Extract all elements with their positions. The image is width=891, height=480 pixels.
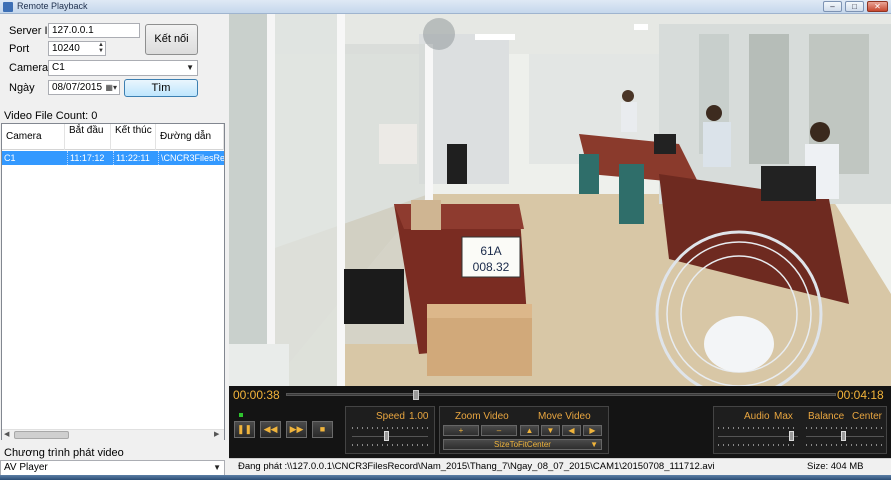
search-button[interactable]: Tìm <box>124 79 198 97</box>
move-right-button[interactable]: ▶ <box>583 425 602 436</box>
minimize-button[interactable]: – <box>823 1 842 12</box>
column-header-start[interactable]: Bắt đầu <box>65 124 111 150</box>
left-panel: Server IP 127.0.0.1 Port 10240 ▲ ▼ Kết nố… <box>0 14 229 476</box>
seek-bar[interactable] <box>286 390 836 400</box>
date-picker[interactable]: 08/07/2015 ▦▾ <box>48 80 120 95</box>
zoom-video-label: Zoom Video <box>455 411 509 422</box>
audio-ticks <box>718 427 798 429</box>
video-frame[interactable]: 61A 008.32 <box>229 14 891 388</box>
speed-panel: Speed 1.00 <box>345 406 435 454</box>
app-icon <box>3 2 13 12</box>
maximize-button[interactable]: □ <box>845 1 864 12</box>
file-size: Size: 404 MB <box>807 461 864 472</box>
scrollbar-thumb[interactable] <box>14 431 69 439</box>
zoom-in-button[interactable]: + <box>443 425 479 436</box>
calendar-icon[interactable]: ▦▾ <box>105 81 117 94</box>
speed-ticks-bottom <box>352 444 428 446</box>
stop-button[interactable]: ■ <box>312 421 333 438</box>
status-led-icon <box>239 413 243 417</box>
move-down-button[interactable]: ▼ <box>541 425 560 436</box>
taskbar <box>0 475 891 480</box>
port-value: 10240 <box>52 43 80 54</box>
seek-thumb[interactable] <box>413 390 419 400</box>
plate-line-1: 61A <box>480 244 501 258</box>
current-time: 00:00:38 <box>233 388 280 402</box>
player-program-select[interactable]: AV Player ▼ <box>0 460 225 476</box>
player-program-value: AV Player <box>4 462 48 473</box>
balance-slider-thumb[interactable] <box>841 431 846 441</box>
window-title: Remote Playback <box>17 1 88 11</box>
date-label: Ngày <box>9 82 35 94</box>
column-header-end[interactable]: Kết thúc <box>111 124 156 150</box>
zoom-move-panel: Zoom Video Move Video + – ▲ ▼ ◀ ▶ SizeTo… <box>439 406 609 454</box>
audio-slider[interactable] <box>718 436 798 437</box>
chevron-down-icon: ▼ <box>213 463 221 472</box>
scroll-right-icon[interactable]: ▶ <box>214 430 219 438</box>
audio-ticks-bottom <box>718 444 798 446</box>
server-ip-input[interactable]: 127.0.0.1 <box>48 23 140 38</box>
player-controls: 00:00:38 00:04:18 ❚❚ ◀◀ ▶▶ ■ Speed 1.00 … <box>229 386 891 458</box>
status-bar: Đang phát :\\127.0.0.1\CNCR3FilesRecord\… <box>229 458 891 475</box>
scroll-left-icon[interactable]: ◀ <box>4 430 9 438</box>
move-video-label: Move Video <box>538 411 591 422</box>
stepper-arrows-icon[interactable]: ▲ ▼ <box>98 42 104 54</box>
previous-button[interactable]: ◀◀ <box>260 421 281 438</box>
video-file-count: Video File Count: 0 <box>4 110 98 122</box>
table-header: Camera Bắt đầu Kết thúc Đường dẫn <box>2 124 224 150</box>
playing-path: Đang phát :\\127.0.0.1\CNCR3FilesRecord\… <box>238 461 715 472</box>
speed-slider-thumb[interactable] <box>384 431 389 441</box>
audio-label: Audio <box>744 411 770 422</box>
next-button[interactable]: ▶▶ <box>286 421 307 438</box>
chevron-down-icon: ▼ <box>186 63 194 72</box>
speed-value: 1.00 <box>409 411 429 422</box>
port-stepper[interactable]: 10240 ▲ ▼ <box>48 41 106 56</box>
port-label: Port <box>9 43 30 55</box>
size-to-fit-select[interactable]: SizeToFitCenter ▼ <box>443 439 602 450</box>
horizontal-scrollbar[interactable]: ◀ ▶ <box>2 429 224 440</box>
plate-line-2: 008.32 <box>473 260 510 274</box>
cell-camera: C1 <box>2 151 68 165</box>
player-program-label: Chương trình phát video <box>4 447 124 459</box>
speed-ticks <box>352 427 428 429</box>
chevron-down-icon: ▼ <box>590 440 598 449</box>
camera-select[interactable]: C1 ▼ <box>48 60 198 76</box>
balance-center-label: Center <box>852 411 883 422</box>
cell-start: 11:17:12 <box>68 151 114 165</box>
pause-button[interactable]: ❚❚ <box>234 421 255 438</box>
video-file-table[interactable]: Camera Bắt đầu Kết thúc Đường dẫn C1 11:… <box>1 123 225 440</box>
audio-slider-thumb[interactable] <box>789 431 794 441</box>
move-up-button[interactable]: ▲ <box>520 425 539 436</box>
balance-ticks-bottom <box>806 444 884 446</box>
speed-slider[interactable] <box>352 436 428 437</box>
table-row[interactable]: C1 11:17:12 11:22:11 \CNCR3FilesRecord\ <box>2 151 224 165</box>
size-to-fit-value: SizeToFitCenter <box>494 440 551 449</box>
close-button[interactable]: ✕ <box>867 1 888 12</box>
speed-label: Speed <box>376 411 405 422</box>
audio-balance-panel: Audio Max Balance Center <box>713 406 887 454</box>
balance-ticks <box>806 427 884 429</box>
camera-label: Camera <box>9 62 49 74</box>
zoom-out-button[interactable]: – <box>481 425 517 436</box>
title-bar: Remote Playback – □ ✕ <box>0 0 891 14</box>
date-value: 08/07/2015 <box>52 82 103 93</box>
move-left-button[interactable]: ◀ <box>562 425 581 436</box>
column-header-path[interactable]: Đường dẫn <box>156 124 224 150</box>
connect-button[interactable]: Kết nối <box>145 24 198 55</box>
camera-value: C1 <box>52 62 65 73</box>
office-camera-image: 61A 008.32 <box>229 14 891 388</box>
audio-max-label: Max <box>774 411 793 422</box>
total-time: 00:04:18 <box>837 388 884 402</box>
column-header-camera[interactable]: Camera <box>2 124 65 150</box>
balance-label: Balance <box>808 411 845 422</box>
cell-path: \CNCR3FilesRecord\ <box>161 153 224 163</box>
cell-end: 11:22:11 <box>114 151 159 165</box>
